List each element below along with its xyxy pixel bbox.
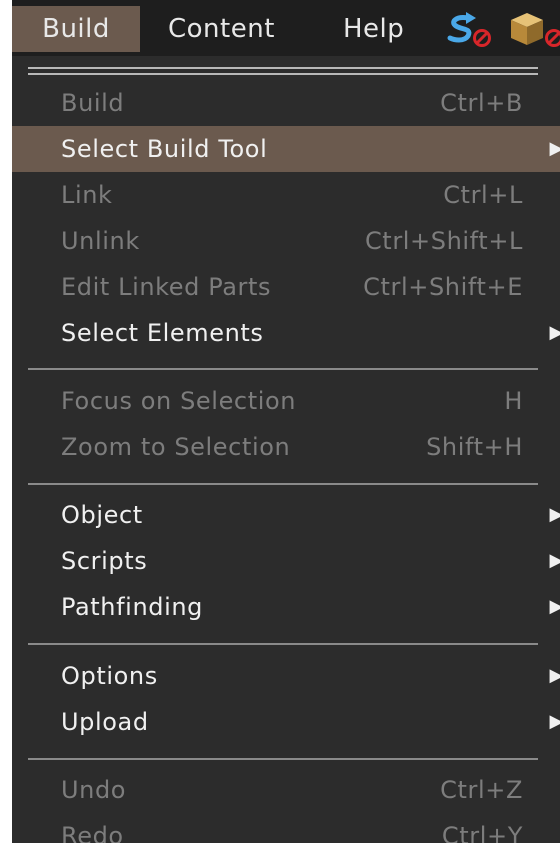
submenu-arrow-icon: ▶ [549, 665, 560, 686]
menu-item-label: Select Elements [61, 319, 264, 347]
menu-item-shortcut: Ctrl+Y [441, 822, 523, 843]
menu-item-label: Edit Linked Parts [61, 273, 272, 301]
menu-item-shortcut: Ctrl+Shift+E [363, 273, 523, 301]
menu-item-link[interactable]: Link Ctrl+L [12, 172, 560, 218]
object-box-icon[interactable] [508, 10, 546, 48]
menu-item-unlink[interactable]: Unlink Ctrl+Shift+L [12, 218, 560, 264]
tearoff-line-bottom[interactable] [28, 73, 538, 75]
menubar-help[interactable]: Help [343, 6, 404, 52]
menu-item-scripts[interactable]: Scripts ▶ [12, 538, 560, 584]
menubar-content[interactable]: Content [168, 6, 275, 52]
menu-item-shortcut: Ctrl+Z [440, 776, 523, 804]
menu-separator [28, 758, 538, 760]
menu-item-shortcut: Ctrl+L [443, 181, 523, 209]
no-object-icon [545, 29, 560, 47]
viewer-window: Build Content Help Build Ctrl+B Select B… [12, 0, 560, 843]
menu-item-label: Upload [61, 708, 149, 736]
submenu-arrow-icon: ▶ [549, 504, 560, 525]
menu-item-select-build-tool[interactable]: Select Build Tool ▶ [12, 126, 560, 172]
menu-item-zoom-to-selection[interactable]: Zoom to Selection Shift+H [12, 424, 560, 470]
menu-item-label: Options [61, 662, 158, 690]
menu-item-label: Pathfinding [61, 593, 203, 621]
menu-item-shortcut: Shift+H [426, 433, 523, 461]
submenu-arrow-icon: ▶ [549, 322, 560, 343]
menu-item-redo[interactable]: Redo Ctrl+Y [12, 813, 560, 843]
submenu-arrow-icon: ▶ [549, 138, 560, 159]
menu-item-label: Redo [61, 822, 124, 843]
tearoff-line-top[interactable] [28, 67, 538, 69]
menu-item-label: Undo [61, 776, 127, 804]
menu-item-label: Scripts [61, 547, 148, 575]
menu-item-select-elements[interactable]: Select Elements ▶ [12, 310, 560, 356]
menu-item-label: Select Build Tool [61, 135, 268, 163]
menubar-build[interactable]: Build [12, 6, 140, 52]
menu-item-pathfinding[interactable]: Pathfinding ▶ [12, 584, 560, 630]
menu-item-focus-on-selection[interactable]: Focus on Selection H [12, 378, 560, 424]
menu-item-label: Link [61, 181, 113, 209]
menu-item-upload[interactable]: Upload ▶ [12, 699, 560, 745]
submenu-arrow-icon: ▶ [549, 711, 560, 732]
no-build-icon [473, 29, 491, 47]
status-icons [446, 8, 560, 52]
submenu-arrow-icon: ▶ [549, 550, 560, 571]
menu-item-label: Zoom to Selection [61, 433, 291, 461]
menu-item-label: Object [61, 501, 143, 529]
build-menu-dropdown: Build Ctrl+B Select Build Tool ▶ Link Ct… [12, 56, 560, 843]
menu-item-label: Build [61, 89, 125, 117]
menu-item-shortcut: Ctrl+Shift+L [364, 227, 523, 255]
menu-item-edit-linked-parts[interactable]: Edit Linked Parts Ctrl+Shift+E [12, 264, 560, 310]
menu-item-shortcut: H [504, 387, 523, 415]
menu-separator [28, 643, 538, 645]
menu-item-build[interactable]: Build Ctrl+B [12, 80, 560, 126]
menu-bar: Build Content Help [12, 0, 560, 56]
submenu-arrow-icon: ▶ [549, 596, 560, 617]
menu-separator [28, 483, 538, 485]
menu-item-shortcut: Ctrl+B [440, 89, 523, 117]
menu-separator [28, 368, 538, 370]
menu-item-label: Focus on Selection [61, 387, 297, 415]
menu-item-label: Unlink [61, 227, 140, 255]
menu-item-object[interactable]: Object ▶ [12, 492, 560, 538]
menu-item-undo[interactable]: Undo Ctrl+Z [12, 767, 560, 813]
menu-item-options[interactable]: Options ▶ [12, 653, 560, 699]
